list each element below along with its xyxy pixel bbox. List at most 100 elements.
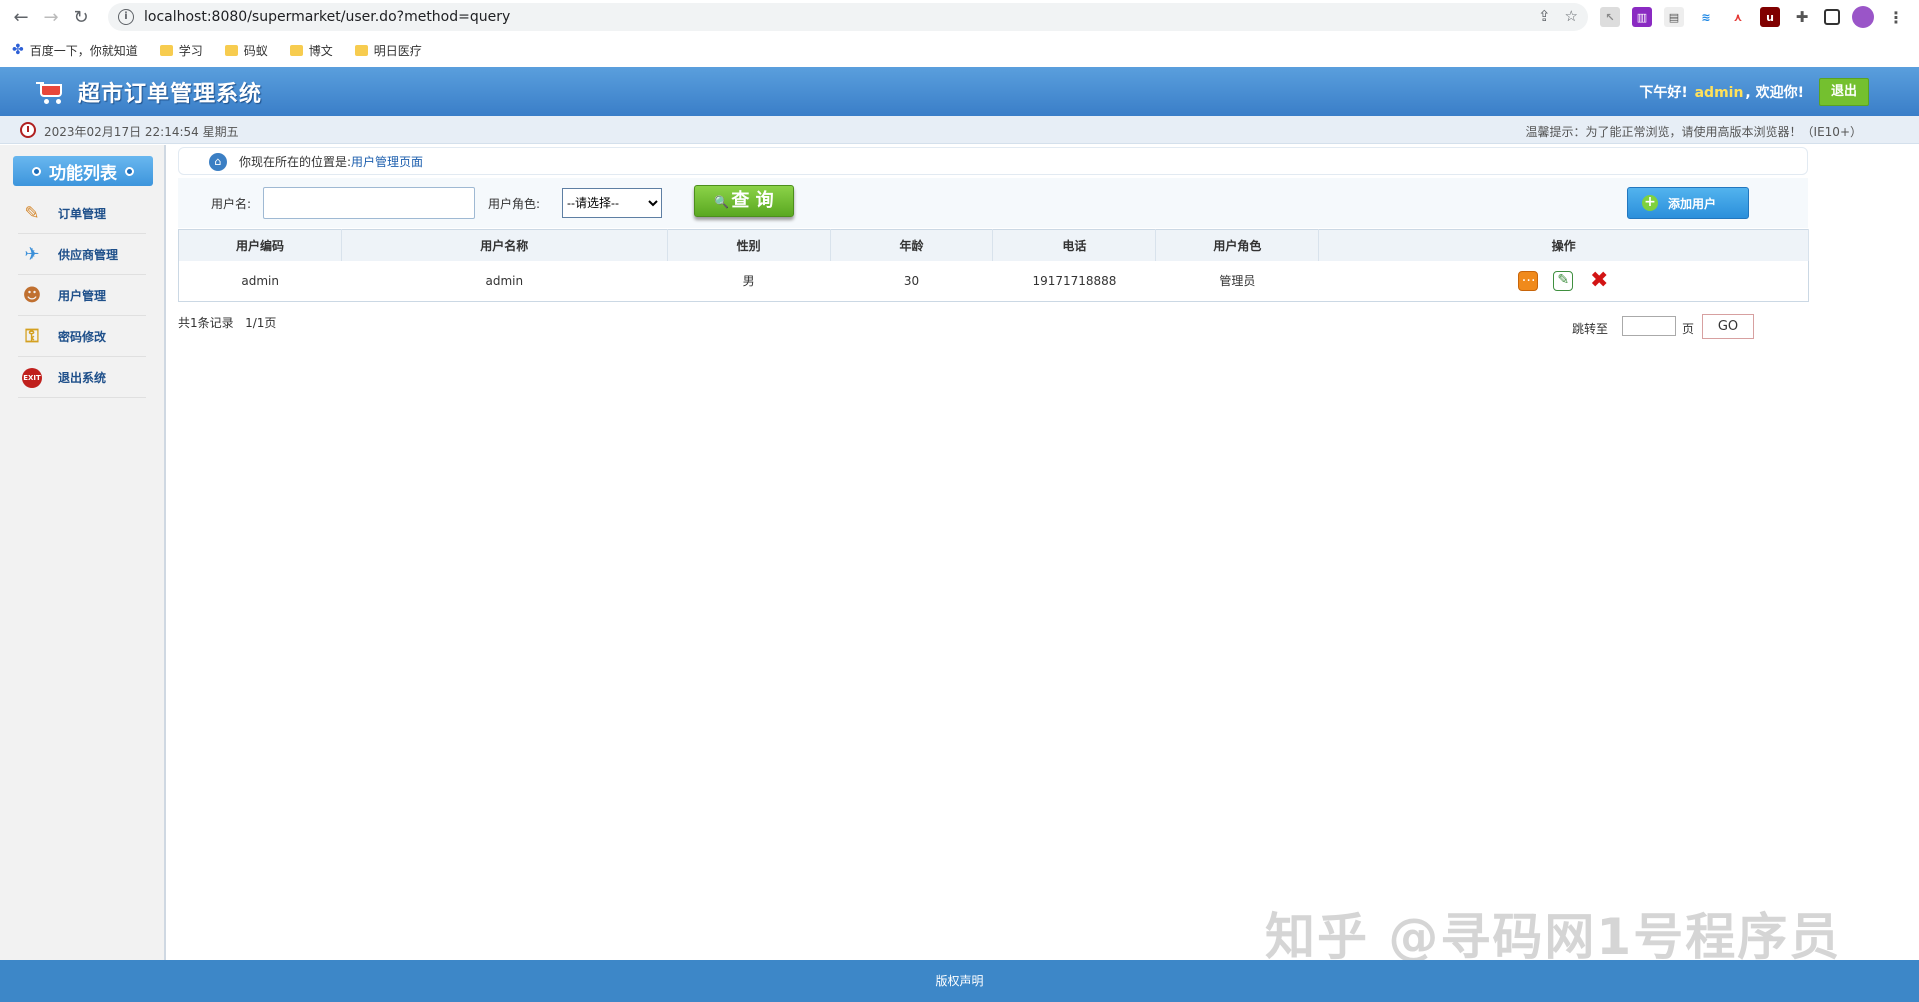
- bookmark-label: 明日医疗: [373, 43, 422, 58]
- app-title: 超市订单管理系统: [78, 81, 263, 107]
- column-header: 年龄: [830, 229, 994, 261]
- age-cell: 30: [830, 260, 993, 302]
- sidebar-item-password[interactable]: ⚿ 密码修改: [18, 317, 146, 357]
- jump-label: 跳转至: [1572, 322, 1609, 336]
- back-icon[interactable]: ←: [6, 2, 36, 32]
- column-header: 电话: [992, 229, 1157, 261]
- username-label: 用户名:: [211, 197, 252, 211]
- footer: 版权声明: [0, 960, 1919, 1002]
- sidebar-item-orders[interactable]: ✎ 订单管理: [18, 194, 146, 234]
- extensions-puzzle-icon[interactable]: ✚: [1792, 7, 1812, 27]
- bookmark-label: 学习: [178, 43, 203, 58]
- extension-icon-3[interactable]: ▤: [1664, 7, 1684, 27]
- view-icon[interactable]: [1517, 269, 1538, 291]
- table-row: admin admin 男 30 19171718888 管理员 ✖: [178, 260, 1809, 302]
- user-name-cell: admin: [341, 260, 668, 302]
- home-icon: ⌂: [209, 153, 227, 171]
- greeting-suffix: , 欢迎你!: [1745, 85, 1804, 101]
- bookmark-folder-blog[interactable]: 博文: [289, 42, 333, 59]
- exit-icon: EXIT: [18, 366, 46, 390]
- extension-icon-4[interactable]: ≋: [1696, 7, 1716, 27]
- sidebar-item-label: 用户管理: [58, 289, 107, 303]
- url-text[interactable]: localhost:8080/supermarket/user.do?metho…: [144, 9, 510, 25]
- reload-icon[interactable]: ↻: [66, 2, 96, 32]
- add-user-button[interactable]: + 添加用户: [1627, 187, 1749, 219]
- delete-icon[interactable]: ✖: [1589, 269, 1609, 291]
- operations-cell: ✖: [1318, 260, 1809, 302]
- search-icon: 🔍: [714, 195, 730, 209]
- column-header: 操作: [1318, 229, 1809, 261]
- sidebar-item-label: 订单管理: [58, 207, 107, 221]
- logout-button[interactable]: 退出: [1819, 78, 1869, 106]
- current-username: admin: [1694, 85, 1744, 101]
- greeting: 下午好! admin, 欢迎你!: [1639, 82, 1804, 102]
- shopping-cart-icon: [36, 80, 64, 104]
- extension-icon-2[interactable]: ▥: [1632, 7, 1652, 27]
- current-datetime: 2023年02月17日 22:14:54 星期五: [44, 125, 239, 139]
- password-icon: ⚿: [25, 326, 39, 347]
- forward-icon[interactable]: →: [36, 2, 66, 32]
- record-count: 共1条记录 1/1页: [178, 314, 276, 331]
- folder-icon: [159, 44, 173, 56]
- share-icon[interactable]: ⇪: [1538, 7, 1551, 25]
- bookmark-folder-maiy[interactable]: 码蚁: [224, 42, 268, 59]
- sidebar-title-label: 功能列表: [49, 163, 117, 184]
- bookmark-label: 博文: [308, 43, 333, 58]
- sidebar-item-suppliers[interactable]: ✈ 供应商管理: [18, 235, 146, 275]
- bookmark-star-icon[interactable]: ☆: [1565, 7, 1578, 25]
- dot-icon: [32, 166, 41, 176]
- bookmark-label: 百度一下，你就知道: [29, 43, 138, 58]
- sidebar-item-label: 密码修改: [58, 330, 107, 344]
- dot-icon: [125, 166, 134, 176]
- column-header: 用户角色: [1155, 229, 1320, 261]
- role-select[interactable]: --请选择--: [562, 188, 662, 218]
- extension-icon-1[interactable]: ↖: [1600, 7, 1620, 27]
- baidu-paw-icon: ✤: [12, 42, 24, 58]
- query-button[interactable]: 🔍 查 询: [694, 185, 794, 217]
- sidebar-item-exit[interactable]: EXIT 退出系统: [18, 358, 146, 398]
- user-table: 用户编码 用户名称 性别 年龄 电话 用户角色 操作 admin admin 男…: [178, 229, 1809, 302]
- supplier-icon: ✈: [24, 244, 40, 265]
- sidebar-item-label: 供应商管理: [58, 248, 119, 262]
- query-button-label: 查 询: [731, 190, 774, 211]
- browser-toolbar: ← → ↻ i localhost:8080/supermarket/user.…: [0, 0, 1919, 34]
- bookmarks-bar: ✤ 百度一下，你就知道 学习 码蚁 博文 明日医疗: [0, 36, 1919, 64]
- username-input[interactable]: [263, 187, 475, 219]
- ublock-icon[interactable]: u: [1760, 7, 1780, 27]
- edit-icon[interactable]: [1553, 270, 1574, 291]
- page-number-input[interactable]: [1622, 316, 1676, 336]
- plus-icon: +: [1642, 195, 1658, 211]
- bookmark-baidu[interactable]: ✤ 百度一下，你就知道: [12, 42, 138, 59]
- role-label: 用户角色:: [488, 197, 541, 211]
- sidebar-title: 功能列表: [13, 156, 153, 186]
- greeting-prefix: 下午好!: [1639, 85, 1688, 101]
- breadcrumb-current[interactable]: 用户管理页面: [351, 153, 423, 170]
- extension-icon-5[interactable]: ⋏: [1728, 7, 1748, 27]
- copyright-link[interactable]: 版权声明: [935, 974, 983, 988]
- profile-avatar[interactable]: [1852, 6, 1874, 28]
- gender-cell: 男: [667, 260, 831, 302]
- bookmark-folder-study[interactable]: 学习: [159, 42, 203, 59]
- watermark: 知乎 @寻码网1号程序员: [1265, 908, 1842, 966]
- sidebar: 功能列表 ✎ 订单管理 ✈ 供应商管理 ☻ 用户管理 ⚿ 密码修改 EXIT 退…: [0, 145, 166, 960]
- phone-cell: 19171718888: [992, 260, 1156, 302]
- add-user-label: 添加用户: [1668, 196, 1717, 211]
- column-header: 性别: [667, 229, 831, 261]
- column-header: 用户名称: [341, 229, 668, 261]
- site-info-icon[interactable]: i: [118, 9, 134, 25]
- user-code-cell: admin: [178, 260, 342, 302]
- search-bar: 用户名: 用户角色: --请选择-- 🔍 查 询 + 添加用户: [178, 178, 1808, 228]
- folder-icon: [289, 44, 303, 56]
- order-icon: ✎: [24, 203, 40, 224]
- address-bar[interactable]: i localhost:8080/supermarket/user.do?met…: [108, 3, 1588, 31]
- sidebar-item-label: 退出系统: [58, 371, 107, 385]
- sidebar-item-users[interactable]: ☻ 用户管理: [18, 276, 146, 316]
- bookmark-folder-medical[interactable]: 明日医疗: [354, 42, 422, 59]
- go-button[interactable]: GO: [1702, 314, 1754, 339]
- menu-dots-icon[interactable]: ⋮: [1886, 7, 1906, 27]
- folder-icon: [224, 44, 238, 56]
- clock-icon: [20, 122, 36, 138]
- folder-icon: [354, 44, 368, 56]
- page-info: 1/1页: [245, 316, 277, 330]
- side-panel-icon[interactable]: [1824, 9, 1840, 25]
